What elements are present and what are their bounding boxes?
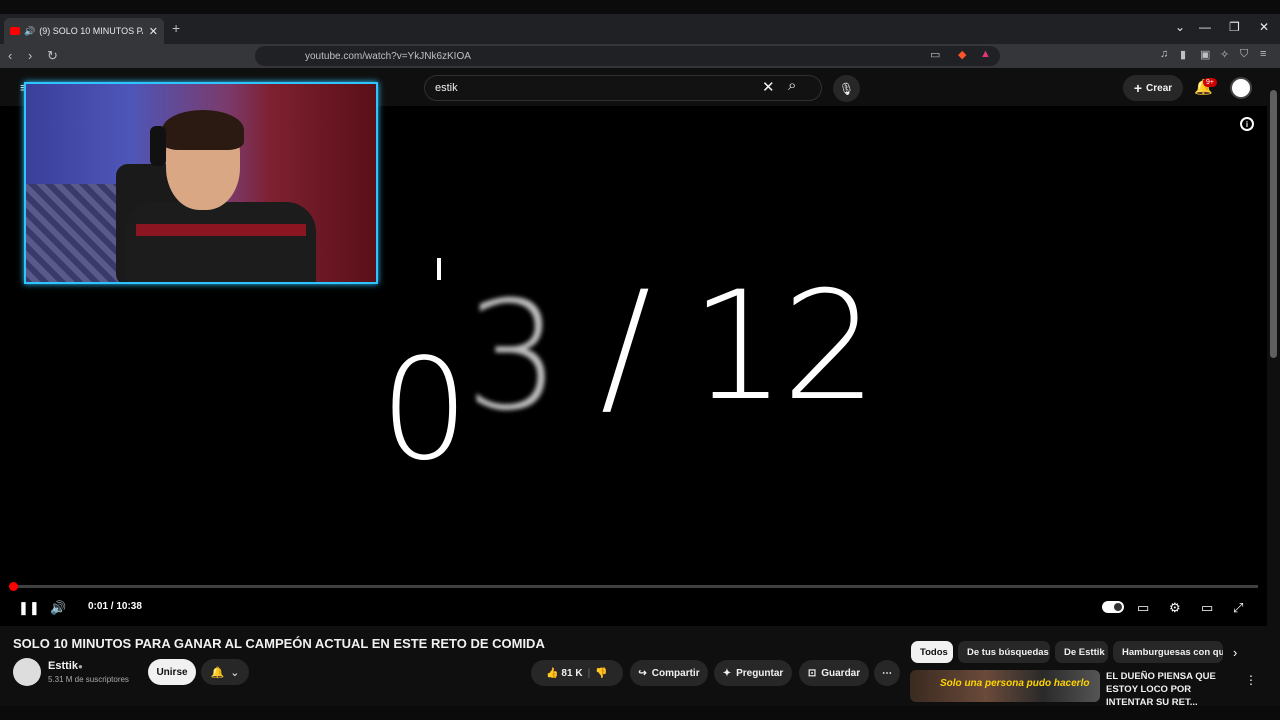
kebab-menu-icon[interactable]: ⋮: [1245, 673, 1257, 687]
bell-icon: 🔔: [210, 666, 225, 679]
back-button[interactable]: ‹: [8, 48, 12, 63]
volume-icon[interactable]: 🔊: [50, 600, 66, 616]
share-button[interactable]: ↪ Compartir: [630, 660, 708, 686]
chip-todos[interactable]: Todos: [911, 641, 953, 663]
close-window-button[interactable]: ✕: [1259, 20, 1269, 34]
chip-topic[interactable]: Hamburguesas con que: [1113, 641, 1223, 663]
window-top-strip: [0, 0, 1280, 14]
cast-icon[interactable]: ▭: [930, 48, 940, 61]
brave-shield-icon[interactable]: ◆: [958, 48, 966, 61]
webcam-hair: [162, 110, 244, 150]
address-bar[interactable]: youtube.com/watch?v=YkJNk6zKIOA: [255, 46, 1000, 66]
scrollbar-thumb[interactable]: [1270, 90, 1277, 358]
tab-bar: [0, 14, 1280, 44]
youtube-favicon-icon: [10, 27, 20, 35]
webcam-shirt-stripe: [136, 224, 306, 236]
clear-search-icon[interactable]: ✕: [762, 78, 775, 96]
counter-digit-zero: 0: [380, 329, 469, 492]
autoplay-toggle[interactable]: [1102, 601, 1124, 613]
save-icon: ⊡: [807, 667, 817, 679]
reload-button[interactable]: ↻: [47, 48, 58, 64]
search-button[interactable]: ⌕: [788, 77, 796, 94]
chip-from-channel[interactable]: De Esttik: [1055, 641, 1108, 663]
save-button[interactable]: ⊡ Guardar: [799, 660, 869, 686]
browser-tab-youtube[interactable]: 🔊 (9) SOLO 10 MINUTOS PARA G ✕: [4, 18, 164, 44]
settings-gear-icon[interactable]: ⚙: [1169, 600, 1181, 616]
time-display: 0:01 / 10:38: [88, 601, 142, 612]
tab-close-icon[interactable]: ✕: [149, 25, 158, 38]
brave-rewards-icon[interactable]: ▲: [980, 48, 991, 60]
pause-button[interactable]: ❚❚: [18, 600, 40, 616]
webcam-shirt: [126, 202, 316, 282]
subscription-bell-button[interactable]: 🔔 ⌄: [201, 659, 249, 685]
progress-bar[interactable]: [12, 585, 1258, 588]
plus-icon: +: [1133, 80, 1143, 96]
info-icon[interactable]: i: [1240, 117, 1254, 131]
webcam-overlay: [24, 82, 378, 284]
recommended-thumbnail[interactable]: Solo una persona pudo hacerlo: [910, 670, 1100, 702]
leo-ai-icon[interactable]: ✧: [1220, 48, 1229, 61]
channel-name[interactable]: Esttik: [48, 660, 78, 672]
video-title: SOLO 10 MINUTOS PARA GANAR AL CAMPEÓN AC…: [13, 636, 545, 651]
scrubber-handle[interactable]: [9, 582, 18, 591]
captions-icon[interactable]: ▭: [1137, 600, 1149, 616]
mic-icon: 🎙: [838, 81, 855, 96]
like-button[interactable]: 👍 81 K: [546, 668, 582, 679]
share-label: Compartir: [651, 667, 700, 679]
more-actions-button[interactable]: ⋯: [874, 660, 900, 686]
forward-button[interactable]: ›: [28, 48, 32, 63]
like-dislike-group: 👍 81 K | 👎: [531, 660, 623, 686]
media-icon[interactable]: ♫: [1160, 48, 1168, 60]
vpn-icon[interactable]: ⛉: [1240, 48, 1248, 61]
subscriber-count: 5.31 M de suscriptores: [48, 675, 129, 684]
like-count: 81 K: [561, 667, 583, 679]
counter-separator: /: [600, 260, 651, 434]
voice-search-button[interactable]: 🎙: [833, 75, 860, 102]
webcam-headset: [150, 126, 166, 166]
notification-badge: 9+: [1203, 78, 1217, 87]
join-button[interactable]: Unirse: [148, 659, 196, 685]
dislike-button[interactable]: 👎: [595, 668, 607, 679]
url-text: youtube.com/watch?v=YkJNk6zKIOA: [305, 50, 471, 62]
ask-icon: ✦: [722, 667, 732, 679]
audio-playing-icon[interactable]: 🔊: [24, 26, 35, 37]
chip-from-searches[interactable]: De tus búsquedas: [958, 641, 1050, 663]
challenge-counter: 03 / 12: [380, 260, 877, 492]
search-query: estik: [435, 82, 458, 94]
tab-search-icon[interactable]: ⌄: [1175, 20, 1185, 34]
create-button[interactable]: + Crear: [1123, 75, 1183, 101]
chevron-down-icon: ⌄: [230, 666, 240, 679]
theater-mode-icon[interactable]: ▭: [1201, 600, 1213, 616]
wallet-icon[interactable]: ▣: [1200, 48, 1210, 61]
sidebar-icon[interactable]: ▮: [1180, 48, 1186, 61]
thumbnail-caption: Solo una persona pudo hacerlo: [940, 678, 1090, 689]
ask-label: Preguntar: [736, 667, 784, 679]
share-icon: ↪: [638, 667, 647, 679]
maximize-button[interactable]: ❐: [1229, 20, 1240, 34]
tab-title: (9) SOLO 10 MINUTOS PARA G: [39, 26, 143, 36]
more-icon: ⋯: [882, 667, 892, 679]
like-icon: 👍: [546, 667, 559, 679]
verified-icon: ●: [78, 662, 83, 671]
chevron-right-icon[interactable]: ›: [1233, 645, 1237, 660]
fullscreen-icon[interactable]: ⤢: [1233, 600, 1243, 616]
counter-digit-current: 3: [465, 270, 560, 444]
recommended-title[interactable]: EL DUEÑO PIENSA QUE ESTOY LOCO POR INTEN…: [1106, 670, 1241, 709]
channel-avatar[interactable]: [13, 658, 41, 686]
counter-total: 12: [690, 260, 877, 434]
minimize-button[interactable]: —: [1199, 20, 1211, 34]
window-bottom-strip: [0, 706, 1280, 720]
new-tab-button[interactable]: +: [172, 20, 180, 36]
account-avatar[interactable]: [1230, 77, 1252, 99]
browser-menu-icon[interactable]: ≡: [1260, 48, 1266, 60]
save-label: Guardar: [821, 667, 861, 679]
create-label: Crear: [1146, 82, 1173, 94]
ask-button[interactable]: ✦ Preguntar: [714, 660, 792, 686]
